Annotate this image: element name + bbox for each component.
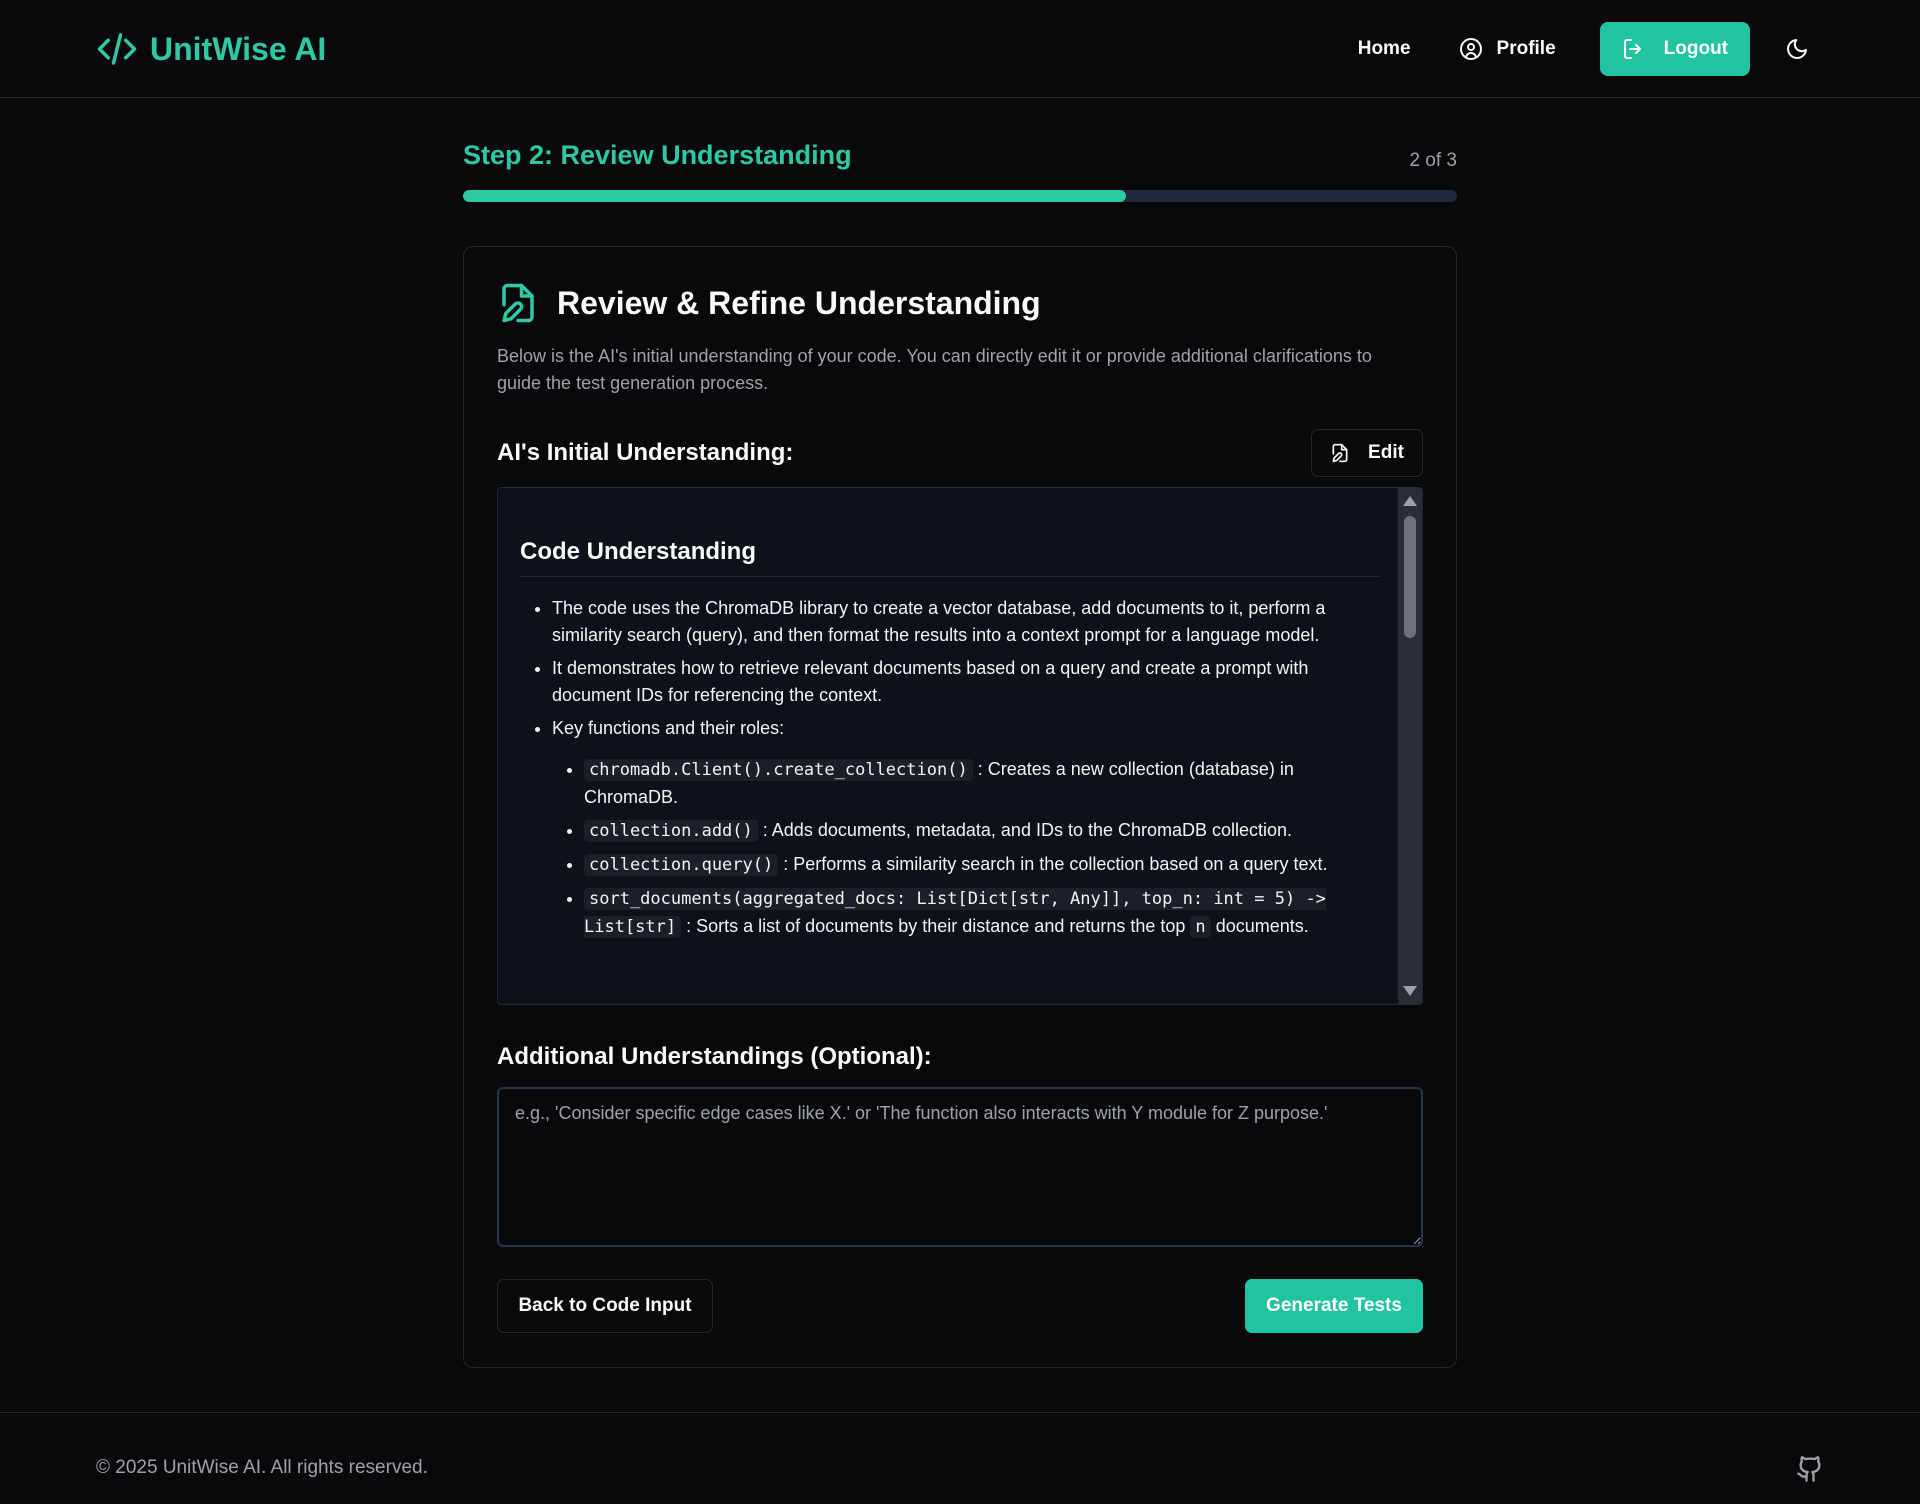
github-icon[interactable] [1796,1455,1824,1483]
code-snippet: chromadb.Client().create_collection() [584,759,973,781]
list-item: The code uses the ChromaDB library to cr… [552,595,1380,649]
understanding-content: Code Understanding The code uses the Chr… [520,538,1380,947]
nav-home-link[interactable]: Home [1334,22,1435,76]
app-footer: © 2025 UnitWise AI. All rights reserved. [0,1412,1920,1504]
scroll-down-arrow-icon[interactable] [1403,986,1417,996]
scroll-up-arrow-icon[interactable] [1403,496,1417,506]
brand-name: UnitWise AI [150,30,327,67]
theme-toggle-button[interactable] [1770,22,1824,76]
function-desc: : Performs a similarity search in the co… [783,854,1328,874]
code-snippet: collection.query() [584,854,779,876]
function-item: collection.query() : Performs a similari… [584,851,1380,879]
card-description: Below is the AI's initial understanding … [497,346,1372,393]
nav-profile-label: Profile [1496,38,1556,59]
code-snippet: collection.add() [584,820,758,842]
copyright-text: © 2025 UnitWise AI. All rights reserved. [96,1457,428,1478]
file-edit-icon [502,283,534,323]
initial-understanding-title: AI's Initial Understanding: [497,439,794,466]
card-header: Review & Refine Understanding [497,281,1041,325]
additional-understandings-title: Additional Understandings (Optional): [497,1043,932,1070]
moon-icon [1787,39,1807,59]
progress-bar [463,190,1457,202]
function-item: collection.add() : Adds documents, metad… [584,817,1380,845]
function-desc: : Sorts a list of documents by their dis… [686,916,1186,936]
scrollbar-thumb[interactable] [1404,516,1416,638]
top-nav: Home Profile Logout [1334,22,1824,76]
card-title: Review & Refine Understanding [557,284,1041,321]
nav-profile-link[interactable]: Profile [1435,22,1580,76]
scrollbar[interactable] [1398,488,1422,1004]
progress-fill [463,190,1126,202]
function-item: sort_documents(aggregated_docs: List[Dic… [584,885,1380,941]
nav-home-label: Home [1357,38,1411,59]
step-indicator: Step 2: Review Understanding 2 of 3 [463,140,1457,202]
file-edit-icon [1332,443,1348,463]
code-icon [97,33,137,65]
app-header: UnitWise AI Home Profile Logout [0,0,1920,98]
logout-label: Logout [1663,38,1728,59]
list-item-text: Key functions and their roles: [552,718,785,738]
function-item: chromadb.Client().create_collection() : … [584,756,1380,811]
list-item: It demonstrates how to retrieve relevant… [552,655,1380,709]
function-list: chromadb.Client().create_collection() : … [552,756,1380,941]
review-card: Review & Refine Understanding Below is t… [463,246,1457,1368]
back-to-code-input-button[interactable]: Back to Code Input [497,1279,713,1333]
understanding-list: The code uses the ChromaDB library to cr… [520,595,1380,941]
logout-button[interactable]: Logout [1599,22,1750,76]
code-snippet: n [1190,916,1211,938]
generate-tests-button[interactable]: Generate Tests [1245,1279,1423,1333]
understanding-panel[interactable]: Code Understanding The code uses the Chr… [497,487,1423,1005]
edit-button[interactable]: Edit [1311,429,1423,477]
user-circle-icon [1459,38,1482,60]
edit-label: Edit [1368,442,1404,463]
function-desc: : Adds documents, metadata, and IDs to t… [762,820,1293,840]
logout-icon [1623,39,1641,59]
step-title: Step 2: Review Understanding [463,140,852,170]
function-desc: documents. [1215,916,1309,936]
additional-understandings-input[interactable] [497,1087,1423,1247]
understanding-heading: Code Understanding [520,538,1380,577]
brand-logo[interactable]: UnitWise AI [96,28,326,70]
step-count: 2 of 3 [1409,150,1457,171]
list-item: Key functions and their roles: chromadb.… [552,715,1380,941]
